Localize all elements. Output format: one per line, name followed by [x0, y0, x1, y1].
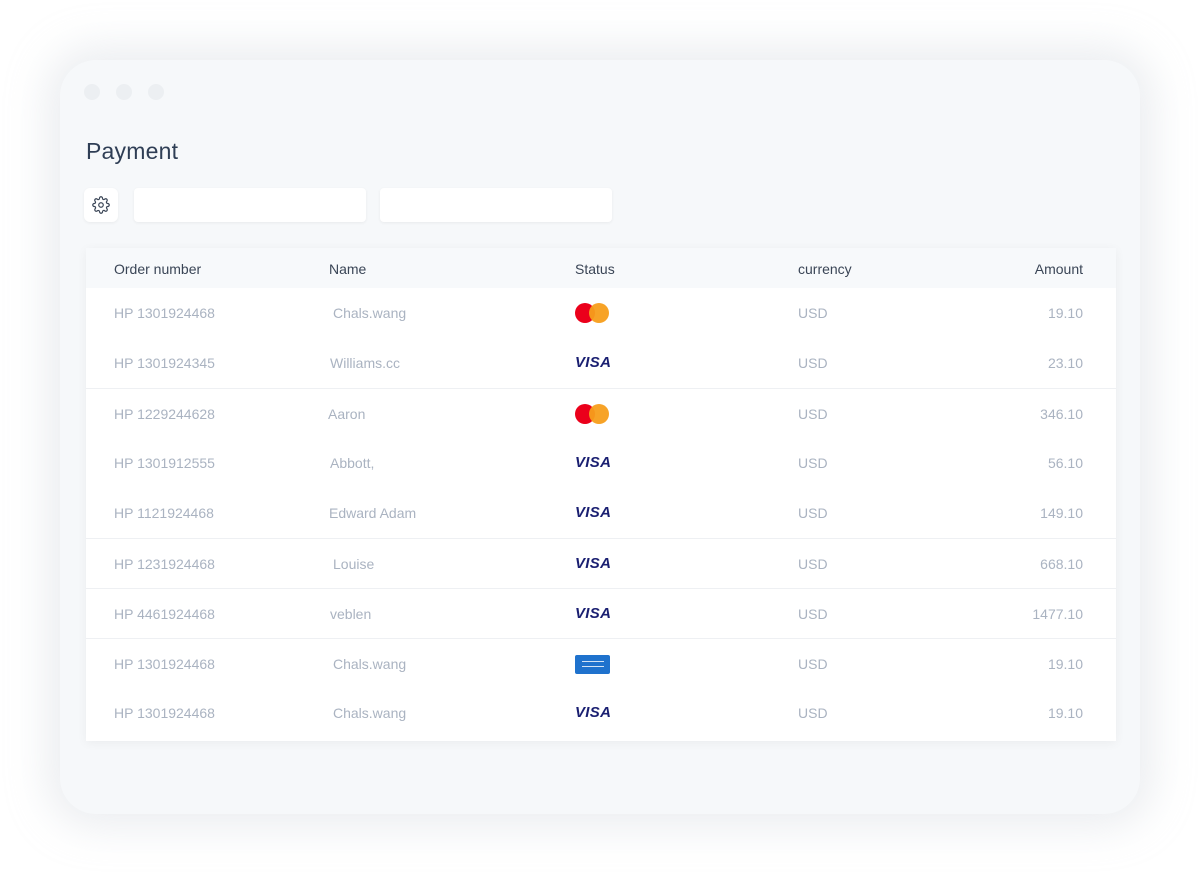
- order-number-cell: HP 1301924468: [114, 305, 215, 321]
- status-cell: VISA: [575, 539, 611, 589]
- order-number-cell: HP 4461924468: [114, 606, 215, 622]
- table-header: Order number Name Status currency Amount: [86, 248, 1116, 288]
- name-cell: Abbott,: [330, 455, 375, 471]
- gear-icon: [92, 196, 110, 214]
- order-number-cell: HP 1301912555: [114, 455, 215, 471]
- filter-input-1[interactable]: [134, 188, 366, 222]
- column-header-currency[interactable]: currency: [798, 248, 852, 288]
- table-row[interactable]: HP 1229244628 Aaron USD 346.10: [86, 388, 1116, 438]
- status-cell: VISA: [575, 338, 611, 388]
- currency-cell: USD: [798, 656, 828, 672]
- filter-input-2[interactable]: [380, 188, 612, 222]
- table-row[interactable]: HP 1231924468 Louise VISA USD 668.10: [86, 538, 1116, 588]
- currency-cell: USD: [798, 556, 828, 572]
- currency-cell: USD: [798, 406, 828, 422]
- status-cell: VISA: [575, 488, 611, 538]
- column-header-status[interactable]: Status: [575, 248, 615, 288]
- mastercard-icon: [575, 303, 613, 323]
- name-cell: Chals.wang: [333, 305, 407, 321]
- page-title: Payment: [86, 138, 179, 164]
- column-header-name[interactable]: Name: [329, 248, 366, 288]
- table-row[interactable]: HP 1301912555 Abbott, VISA USD 56.10: [86, 438, 1116, 488]
- order-number-cell: HP 1301924468: [114, 656, 215, 672]
- status-cell: [575, 389, 613, 439]
- amex-icon: [575, 654, 610, 674]
- window-dot-minimize[interactable]: [116, 84, 132, 100]
- visa-icon: VISA: [575, 555, 612, 572]
- currency-cell: USD: [798, 606, 828, 622]
- amount-cell: 19.10: [1047, 305, 1083, 321]
- table-row[interactable]: HP 4461924468 veblen VISA USD 1477.10: [86, 588, 1116, 638]
- currency-cell: USD: [798, 305, 828, 321]
- amount-cell: 19.10: [1047, 705, 1083, 721]
- order-number-cell: HP 1121924468: [114, 505, 214, 521]
- currency-cell: USD: [798, 505, 828, 521]
- mastercard-icon: [575, 404, 613, 424]
- visa-icon: VISA: [575, 454, 612, 471]
- currency-cell: USD: [798, 355, 828, 371]
- currency-cell: USD: [798, 455, 828, 471]
- table-row[interactable]: HP 1301924468 Chals.wang USD 19.10: [86, 638, 1116, 688]
- status-cell: [575, 288, 613, 338]
- visa-icon: VISA: [575, 605, 612, 622]
- name-cell: Louise: [333, 556, 375, 572]
- order-number-cell: HP 1229244628: [114, 406, 215, 422]
- order-number-cell: HP 1231924468: [114, 556, 215, 572]
- name-cell: Aaron: [328, 406, 366, 422]
- name-cell: Williams.cc: [330, 355, 400, 371]
- status-cell: VISA: [575, 688, 611, 738]
- name-cell: veblen: [330, 606, 372, 622]
- amount-cell: 19.10: [1047, 656, 1083, 672]
- visa-icon: VISA: [575, 504, 612, 521]
- currency-cell: USD: [798, 705, 828, 721]
- status-cell: VISA: [575, 438, 611, 488]
- amount-cell: 23.10: [1047, 355, 1083, 371]
- status-cell: VISA: [575, 589, 611, 639]
- payments-table: Order number Name Status currency Amount…: [86, 248, 1116, 741]
- name-cell: Edward Adam: [329, 505, 417, 521]
- app-window: Payment Order number Name Status currenc…: [60, 60, 1140, 814]
- window-controls: [84, 84, 164, 100]
- table-row[interactable]: HP 1121924468 Edward Adam VISA USD 149.10: [86, 488, 1116, 538]
- settings-button[interactable]: [84, 188, 118, 222]
- amount-cell: 56.10: [1047, 455, 1083, 471]
- window-dot-close[interactable]: [84, 84, 100, 100]
- status-cell: [575, 639, 610, 689]
- visa-icon: VISA: [575, 354, 612, 371]
- name-cell: Chals.wang: [333, 656, 407, 672]
- name-cell: Chals.wang: [333, 705, 407, 721]
- order-number-cell: HP 1301924468: [114, 705, 215, 721]
- table-row[interactable]: HP 1301924468 Chals.wang USD 19.10: [86, 288, 1116, 338]
- column-header-order-number[interactable]: Order number: [114, 248, 201, 288]
- amount-cell: 1477.10: [1032, 606, 1083, 622]
- column-header-amount[interactable]: Amount: [1035, 248, 1083, 288]
- visa-icon: VISA: [575, 704, 612, 721]
- table-body: HP 1301924468 Chals.wang USD 19.10 HP 130192…: [86, 288, 1116, 738]
- amount-cell: 668.10: [1040, 556, 1083, 572]
- amount-cell: 149.10: [1040, 505, 1083, 521]
- table-row[interactable]: HP 1301924345 Williams.cc VISA USD 23.10: [86, 338, 1116, 388]
- window-dot-maximize[interactable]: [148, 84, 164, 100]
- amount-cell: 346.10: [1040, 406, 1083, 422]
- order-number-cell: HP 1301924345: [114, 355, 215, 371]
- table-row[interactable]: HP 1301924468 Chals.wang VISA USD 19.10: [86, 688, 1116, 738]
